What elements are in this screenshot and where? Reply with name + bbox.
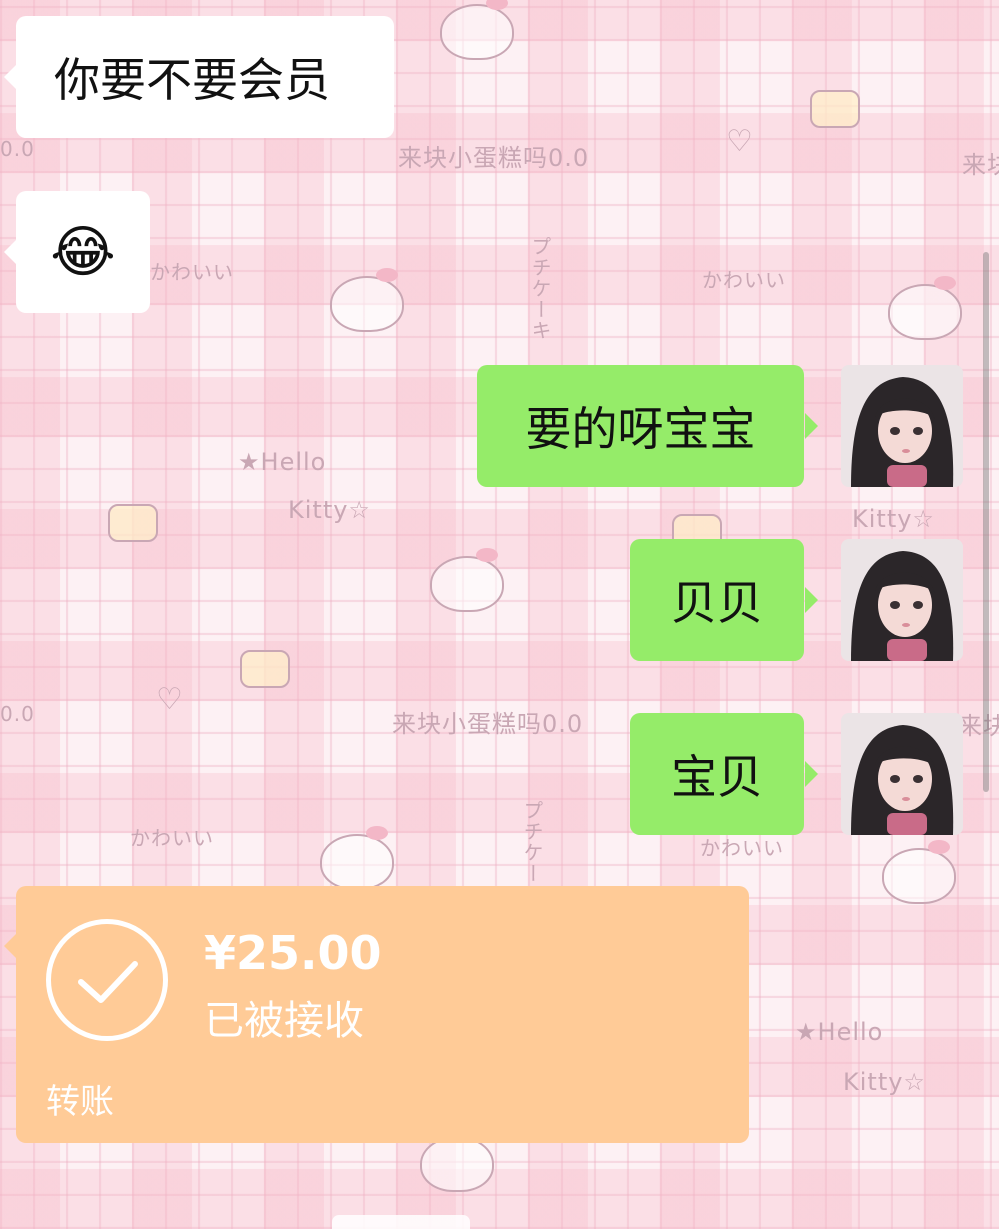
heart-decoration-icon: ♡ (726, 124, 753, 159)
wallpaper-text: Kitty☆ (852, 505, 935, 533)
kitty-decoration-icon (882, 840, 956, 904)
avatar-image (841, 365, 963, 487)
wallpaper-text: Kitty☆ (843, 1068, 926, 1096)
wallpaper-text: 来块 (958, 712, 999, 740)
outgoing-message-bubble[interactable]: 贝贝 (630, 539, 818, 661)
message-text: 贝贝 (671, 576, 763, 630)
wallpaper-text: Kitty☆ (288, 496, 371, 524)
wallpaper-text: プチケー (520, 800, 544, 884)
wallpaper-text: ★Hello (795, 1018, 884, 1046)
check-circle-icon (46, 919, 168, 1041)
avatar-image (841, 713, 963, 835)
wallpaper-text: 来块小蛋糕吗0.0 (392, 710, 584, 738)
tears-of-joy-emoji-icon: 😂 (50, 219, 116, 285)
message-text: 你要不要会员 (54, 53, 330, 107)
wallpaper-text: かわいい (702, 268, 786, 292)
cake-decoration-icon (108, 504, 158, 542)
outgoing-message-bubble[interactable]: 宝贝 (630, 713, 818, 835)
wallpaper-text: 0.0 (0, 137, 35, 161)
incoming-emoji-bubble[interactable]: 😂 (4, 191, 150, 313)
transfer-label: 转账 (46, 1082, 114, 1122)
avatar-image (841, 539, 963, 661)
message-text: 要的呀宝宝 (525, 402, 756, 456)
kitty-decoration-icon (440, 0, 514, 60)
wallpaper-text: ★Hello (238, 448, 327, 476)
message-text: 宝贝 (671, 750, 763, 804)
avatar[interactable] (841, 365, 963, 487)
wallpaper-text: 来块 (962, 151, 999, 179)
home-indicator (332, 1215, 470, 1229)
outgoing-message-bubble[interactable]: 要的呀宝宝 (477, 365, 818, 487)
heart-decoration-icon: ♡ (156, 682, 183, 717)
incoming-message-bubble[interactable]: 你要不要会员 (4, 16, 394, 138)
kitty-decoration-icon (330, 268, 404, 332)
kitty-decoration-icon (420, 1128, 494, 1192)
wallpaper-text: かわいい (130, 826, 214, 850)
avatar[interactable] (841, 539, 963, 661)
wallpaper-text: プチケーキ (528, 236, 552, 341)
transfer-amount: ¥25.00 (204, 926, 382, 980)
cake-decoration-icon (810, 90, 860, 128)
transfer-card[interactable]: ¥25.00 已被接收 转账 (4, 886, 749, 1143)
cake-decoration-icon (240, 650, 290, 688)
kitty-decoration-icon (320, 826, 394, 890)
wallpaper-text: かわいい (150, 260, 234, 284)
wallpaper-text: かわいい (700, 836, 784, 860)
transfer-status: 已被接收 (204, 998, 364, 1044)
avatar[interactable] (841, 713, 963, 835)
wallpaper-text: 0.0 (0, 702, 35, 726)
kitty-decoration-icon (430, 548, 504, 612)
kitty-decoration-icon (888, 276, 962, 340)
scrollbar[interactable] (983, 252, 989, 792)
wallpaper-text: 来块小蛋糕吗0.0 (398, 144, 590, 172)
